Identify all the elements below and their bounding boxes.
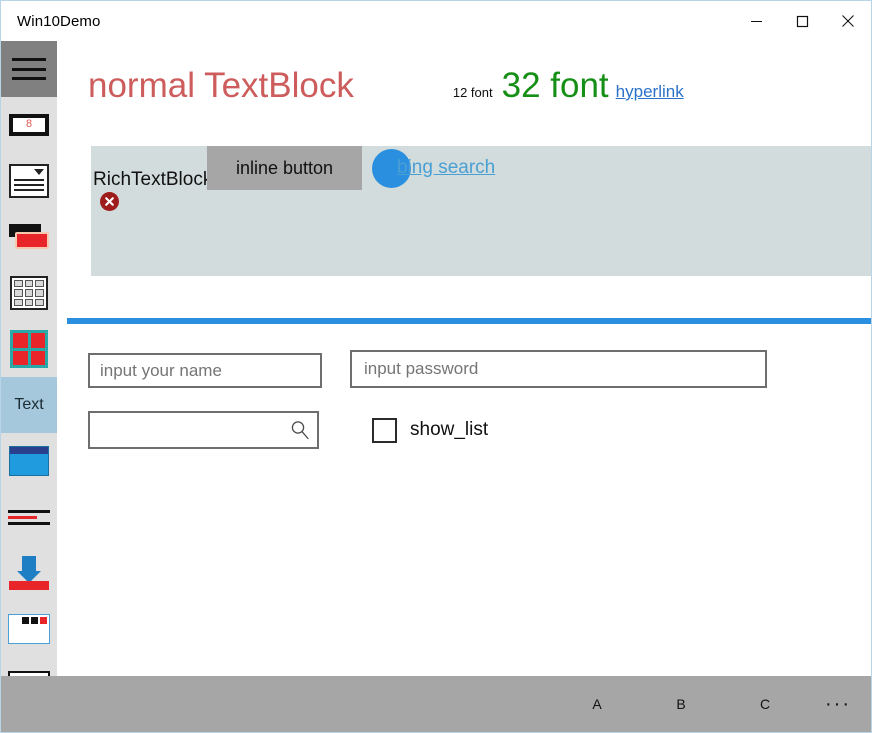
sidebar-item-display[interactable]: 8	[1, 97, 57, 153]
font-size-demo-group: 12 font 32 font hyperlink	[453, 68, 684, 103]
search-box	[88, 411, 319, 449]
dialog-icon	[8, 614, 50, 644]
appbar-more-button[interactable]: ···	[815, 682, 861, 726]
sidebar-item-textlines[interactable]	[1, 489, 57, 545]
sidebar-item-label: Text	[14, 396, 44, 413]
accent-divider	[67, 318, 871, 324]
hyperlink[interactable]: hyperlink	[616, 82, 684, 102]
install-icon	[9, 556, 49, 590]
sidebar-item-dialog[interactable]	[1, 601, 57, 657]
checkbox-box[interactable]	[372, 417, 397, 443]
close-icon	[842, 15, 854, 27]
password-input[interactable]	[350, 350, 767, 388]
hamburger-icon	[12, 58, 46, 80]
bottom-app-bar: A B C ···	[1, 676, 871, 732]
rich-textblock-panel: RichTextBlock inline button bing search	[91, 146, 871, 276]
inline-button[interactable]: inline button	[207, 146, 362, 190]
maximize-button[interactable]	[779, 1, 825, 41]
font-32-label: 32 font	[501, 66, 609, 105]
display-icon: 8	[9, 114, 49, 136]
sidebar-item-tiles[interactable]	[1, 321, 57, 377]
grid-icon	[10, 276, 48, 310]
headline-row: normal TextBlock 12 font 32 font hyperli…	[88, 68, 871, 128]
maximize-icon	[796, 15, 808, 27]
textlines-icon	[8, 500, 50, 534]
navigation-rail: 8 Text	[1, 41, 57, 676]
sidebar-item-button[interactable]	[1, 209, 57, 265]
second-field-row: show_list	[88, 411, 488, 449]
show-list-checkbox[interactable]: show_list	[372, 417, 489, 443]
body-row: 8 Text normal TextBlock 12 font 32 font …	[1, 41, 871, 676]
caption-buttons	[733, 1, 871, 41]
title-bar: Win10Demo	[1, 1, 871, 41]
name-input[interactable]	[88, 353, 322, 388]
hamburger-button[interactable]	[1, 41, 57, 97]
media-icon	[8, 671, 50, 676]
close-button[interactable]	[825, 1, 871, 41]
search-icon[interactable]	[289, 419, 311, 441]
window-title: Win10Demo	[17, 12, 101, 30]
minimize-button[interactable]	[733, 1, 779, 41]
appbar-button-a[interactable]: A	[569, 682, 625, 726]
error-x-glyph	[105, 197, 114, 206]
app-window: Win10Demo 8 Text normal TextBlock 12 fon…	[0, 0, 872, 733]
sidebar-item-grid[interactable]	[1, 265, 57, 321]
button-icon	[9, 224, 49, 250]
font-12-label: 12 font	[452, 85, 493, 100]
appbar-button-b[interactable]: B	[653, 682, 709, 726]
window-icon	[9, 446, 49, 476]
sidebar-item-list[interactable]	[1, 153, 57, 209]
minimize-icon	[750, 20, 762, 22]
sidebar-item-media[interactable]	[1, 657, 57, 676]
list-icon	[9, 164, 49, 198]
sidebar-item-text[interactable]: Text	[1, 377, 57, 433]
rail-item-list: 8 Text	[1, 97, 57, 676]
search-input[interactable]	[88, 411, 319, 449]
error-icon	[100, 192, 119, 211]
checkbox-label: show_list	[410, 419, 489, 440]
tiles-icon	[10, 330, 48, 368]
appbar-button-c[interactable]: C	[737, 682, 793, 726]
sidebar-item-window[interactable]	[1, 433, 57, 489]
content-area: normal TextBlock 12 font 32 font hyperli…	[57, 41, 871, 676]
normal-textblock: normal TextBlock	[88, 66, 354, 105]
first-field-row	[88, 350, 767, 391]
bing-search-link[interactable]: bing search	[397, 157, 495, 179]
rich-textblock-label: RichTextBlock	[93, 169, 213, 190]
sidebar-item-install[interactable]	[1, 545, 57, 601]
